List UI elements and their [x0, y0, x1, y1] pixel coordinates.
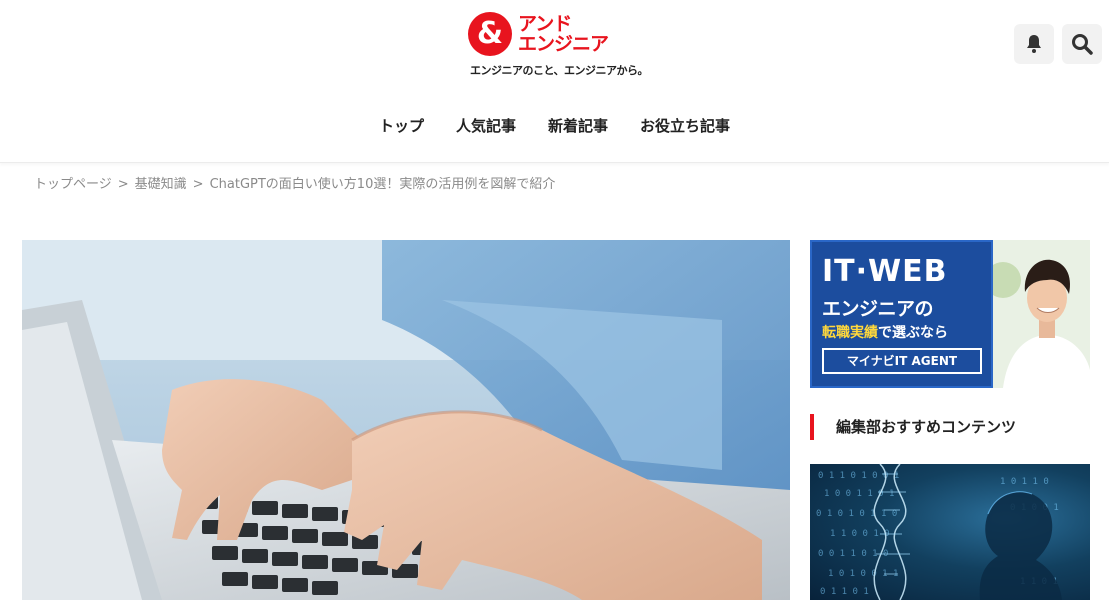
search-icon — [1072, 34, 1093, 55]
nav-item-popular[interactable]: 人気記事 — [440, 108, 532, 144]
ad-tagline-highlight: 転職実績 — [822, 325, 878, 341]
svg-text:1 0 0 1 1 0 1: 1 0 0 1 1 0 1 — [824, 489, 894, 499]
svg-text:1 0 1 1 0: 1 0 1 1 0 — [1000, 477, 1049, 487]
ad-headline: IT·WEB — [822, 254, 948, 289]
logo-ampersand-mark: & — [468, 12, 512, 56]
bell-icon — [1027, 35, 1041, 53]
nav-item-useful[interactable]: お役立ち記事 — [624, 108, 746, 144]
breadcrumb-item-category[interactable]: 基礎知識 — [135, 177, 187, 192]
svg-text:0 1 1 0 1: 0 1 1 0 1 — [820, 587, 869, 597]
notification-button[interactable] — [1014, 24, 1054, 64]
logo-text-line2: エンジニア — [518, 33, 609, 55]
sidebar-ad-banner[interactable]: IT·WEB エンジニアの 転職実績で選ぶなら マイナビIT AGENT — [810, 240, 1090, 388]
person-photo — [993, 240, 1090, 388]
breadcrumb-item-current: ChatGPTの面白い使い方10選！実際の活用例を図解で紹介 — [209, 177, 556, 192]
search-button[interactable] — [1062, 24, 1102, 64]
ad-text-panel: IT·WEB エンジニアの 転職実績で選ぶなら マイナビIT AGENT — [810, 240, 993, 388]
svg-text:0 1 1 0 1 0 0 1: 0 1 1 0 1 0 0 1 — [818, 471, 899, 481]
ai-digital-head-illustration: 0 1 1 0 1 0 0 1 1 0 0 1 1 0 1 0 1 0 1 0 … — [816, 464, 1062, 600]
ad-tagline-rest: で選ぶなら — [878, 325, 948, 341]
breadcrumb-separator: > — [192, 177, 204, 192]
recommended-section-title: 編集部おすすめコンテンツ — [810, 414, 1016, 440]
breadcrumb: トップページ > 基礎知識 > ChatGPTの面白い使い方10選！実際の活用例を図解で… — [34, 173, 555, 192]
site-header: & アンド エンジニア エンジニアのこと、エンジニアから。 トップ 人気記事 新… — [0, 0, 1109, 163]
ad-subheadline: エンジニアの — [822, 298, 934, 320]
typing-on-laptop-illustration — [22, 240, 790, 600]
breadcrumb-item-top[interactable]: トップページ — [34, 177, 112, 192]
breadcrumb-separator: > — [117, 177, 129, 192]
site-logo[interactable]: & アンド エンジニア エンジニアのこと、エンジニアから。 — [468, 12, 668, 78]
recommended-content-image[interactable]: 0 1 1 0 1 0 0 1 1 0 0 1 1 0 1 0 1 0 1 0 … — [810, 464, 1090, 600]
site-tagline: エンジニアのこと、エンジニアから。 — [470, 64, 649, 77]
logo-text-line1: アンド — [518, 13, 572, 35]
nav-item-top[interactable]: トップ — [363, 108, 440, 144]
ad-tagline: 転職実績で選ぶなら — [822, 322, 948, 342]
article-hero-image — [22, 240, 790, 600]
nav-item-new[interactable]: 新着記事 — [532, 108, 624, 144]
ad-brand-badge: マイナビIT AGENT — [822, 348, 982, 374]
main-nav: トップ 人気記事 新着記事 お役立ち記事 — [0, 108, 1109, 144]
